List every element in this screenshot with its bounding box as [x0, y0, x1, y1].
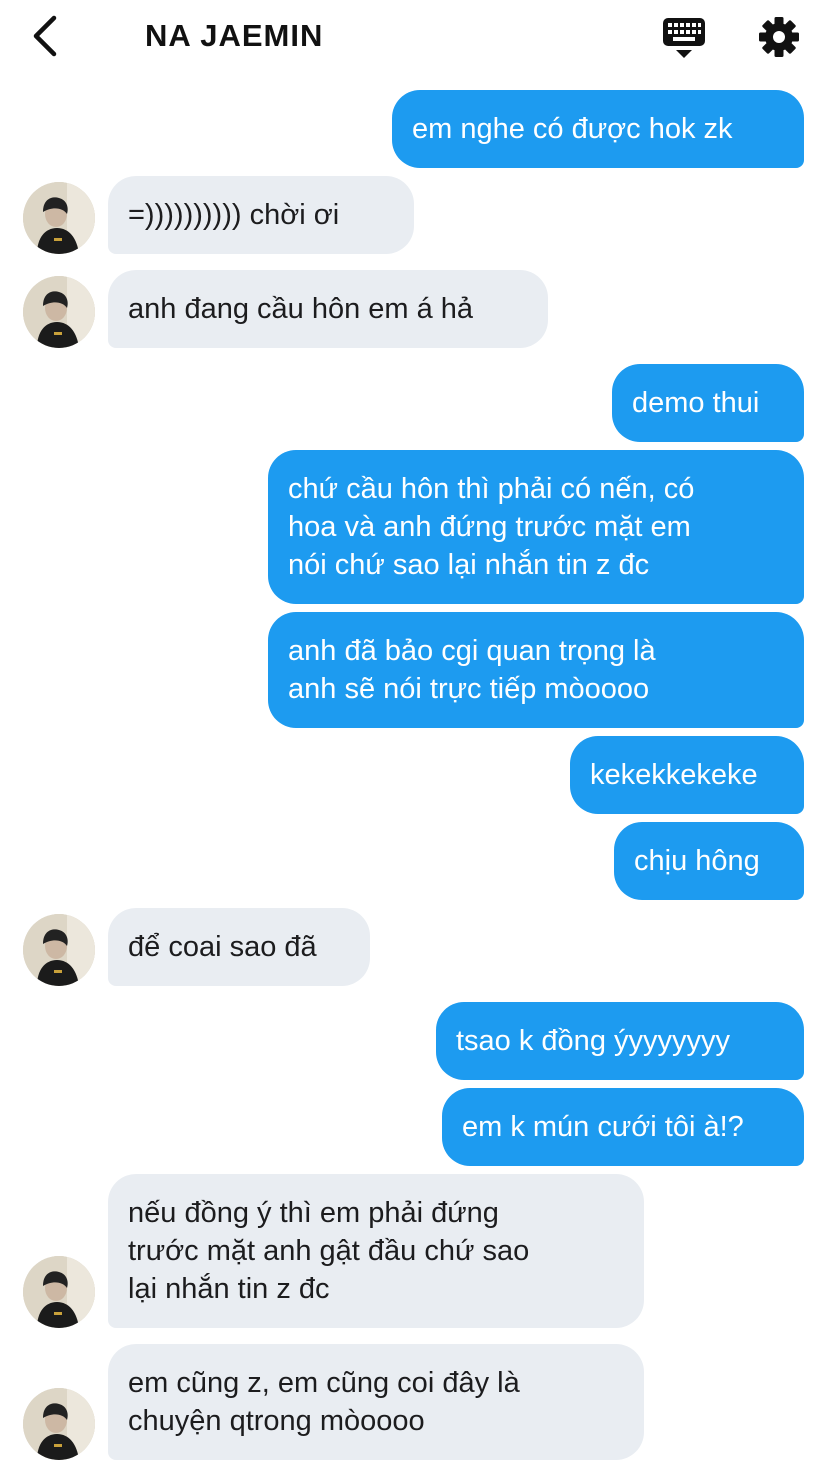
message-text: anh đã bảo cgi quan trọng là anh sẽ nói …: [288, 632, 656, 708]
chat-header: NA JAEMIN: [0, 0, 828, 78]
message-line: anh đã bảo cgi quan trọng là: [288, 635, 656, 667]
message-text: em cũng z, em cũng coi đây là chuyện qtr…: [128, 1364, 520, 1440]
message-bubble-incoming[interactable]: em cũng z, em cũng coi đây là chuyện qtr…: [108, 1344, 644, 1460]
message-bubble-incoming[interactable]: để coai sao đã: [108, 908, 370, 986]
message-line: nếu đồng ý thì em phải đứng: [128, 1197, 499, 1229]
message-bubble-outgoing[interactable]: chịu hông: [614, 822, 804, 900]
contact-avatar[interactable]: [23, 276, 95, 348]
contact-avatar[interactable]: [23, 182, 95, 254]
message-text: nếu đồng ý thì em phải đứng trước mặt an…: [128, 1194, 529, 1308]
message-line: chứ cầu hôn thì phải có nến, có: [288, 473, 695, 505]
message-text: chứ cầu hôn thì phải có nến, có hoa và a…: [288, 470, 694, 584]
keyboard-icon[interactable]: [660, 14, 708, 60]
message-text: chịu hông: [634, 845, 760, 877]
message-line: lại nhắn tin z đc: [128, 1273, 330, 1305]
gear-icon[interactable]: [756, 14, 802, 60]
message-line: anh sẽ nói trực tiếp mòoooo: [288, 673, 650, 705]
message-text: em k mún cưới tôi à!?: [462, 1111, 744, 1143]
message-bubble-outgoing[interactable]: em k mún cưới tôi à!?: [442, 1088, 804, 1166]
message-line: hoa và anh đứng trước mặt em: [288, 511, 691, 543]
contact-name: NA JAEMIN: [145, 18, 324, 53]
message-text: kekekkekeke: [590, 759, 758, 791]
message-bubble-incoming[interactable]: nếu đồng ý thì em phải đứng trước mặt an…: [108, 1174, 644, 1328]
message-bubble-incoming[interactable]: anh đang cầu hôn em á hả: [108, 270, 548, 348]
message-bubble-outgoing[interactable]: kekekkekeke: [570, 736, 804, 814]
message-line: nói chứ sao lại nhắn tin z đc: [288, 549, 650, 581]
message-text: em nghe có được hok zk: [412, 113, 733, 145]
message-bubble-outgoing[interactable]: anh đã bảo cgi quan trọng là anh sẽ nói …: [268, 612, 804, 728]
message-text: anh đang cầu hôn em á hả: [128, 293, 474, 325]
message-bubble-outgoing[interactable]: em nghe có được hok zk: [392, 90, 804, 168]
message-line: em cũng z, em cũng coi đây là: [128, 1367, 520, 1399]
contact-avatar[interactable]: [23, 1388, 95, 1460]
message-bubble-outgoing[interactable]: tsao k đồng ýyyyyyyy: [436, 1002, 804, 1080]
contact-avatar[interactable]: [23, 914, 95, 986]
message-text: tsao k đồng ýyyyyyyy: [456, 1025, 730, 1057]
contact-avatar[interactable]: [23, 1256, 95, 1328]
message-bubble-incoming[interactable]: =)))))))))) chời ơi: [108, 176, 414, 254]
message-bubble-outgoing[interactable]: chứ cầu hôn thì phải có nến, có hoa và a…: [268, 450, 804, 604]
message-text: =)))))))))) chời ơi: [128, 199, 340, 231]
message-line: trước mặt anh gật đầu chứ sao: [128, 1235, 530, 1267]
back-arrow-icon[interactable]: [26, 14, 66, 58]
message-line: chuyện qtrong mòoooo: [128, 1405, 425, 1437]
message-text: để coai sao đã: [128, 931, 317, 963]
message-bubble-outgoing[interactable]: demo thui: [612, 364, 804, 442]
message-text: demo thui: [632, 387, 760, 419]
